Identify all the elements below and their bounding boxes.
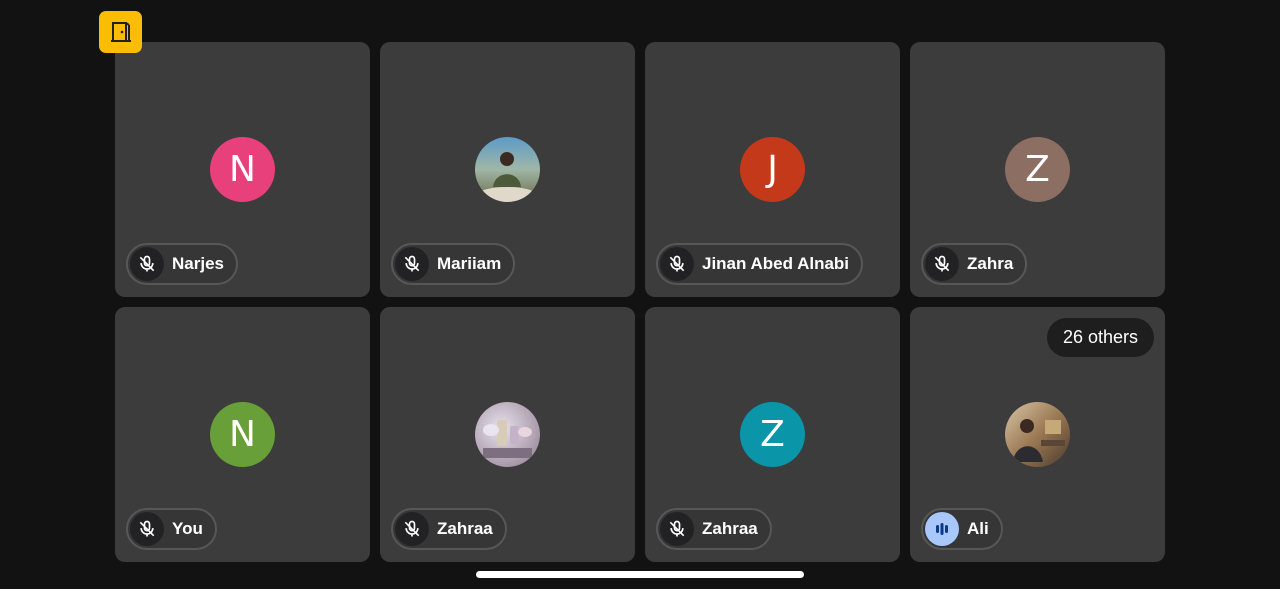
name-chip: You <box>126 508 217 550</box>
avatar: Z <box>1005 137 1070 202</box>
participant-tile[interactable]: Z Zahra <box>910 42 1165 297</box>
avatar: Z <box>740 402 805 467</box>
mic-off-icon <box>660 247 694 281</box>
mic-off-icon <box>130 512 164 546</box>
name-chip: Narjes <box>126 243 238 285</box>
participant-tile[interactable]: N You <box>115 307 370 562</box>
participant-tile[interactable]: Z Zahraa <box>645 307 900 562</box>
profile-photo <box>483 420 532 458</box>
mic-off-icon <box>395 512 429 546</box>
participant-name: You <box>172 519 203 538</box>
name-chip: Mariiam <box>391 243 516 285</box>
participant-name: Narjes <box>172 254 224 273</box>
participant-tile[interactable]: J Jinan Abed Alnabi <box>645 42 900 297</box>
exit-badge[interactable] <box>99 11 142 53</box>
avatar-initial: J <box>767 149 778 190</box>
mic-off-icon <box>925 247 959 281</box>
speaking-indicator-icon <box>925 512 959 546</box>
participant-name: Jinan Abed Alnabi <box>702 254 850 273</box>
avatar-initial: N <box>229 149 256 190</box>
participant-name: Zahra <box>967 254 1014 273</box>
name-chip: Jinan Abed Alnabi <box>656 243 864 285</box>
participant-tile[interactable]: N Narjes <box>115 42 370 297</box>
participant-name: Ali <box>967 519 989 538</box>
door-icon <box>110 22 131 42</box>
avatar-initial: Z <box>760 414 785 455</box>
participant-grid: N Narjes Mariiam J Jinan Abed Alnabi Z Z… <box>115 42 1165 562</box>
mic-off-icon <box>130 247 164 281</box>
avatar: N <box>210 137 275 202</box>
mic-off-icon <box>660 512 694 546</box>
participant-tile[interactable]: Mariiam <box>380 42 635 297</box>
participant-name: Zahraa <box>702 519 758 538</box>
avatar <box>475 402 540 467</box>
profile-photo <box>1013 419 1065 462</box>
avatar <box>475 137 540 202</box>
mic-off-icon <box>395 247 429 281</box>
participant-name: Mariiam <box>437 254 502 273</box>
avatar-initial: Z <box>1025 149 1050 190</box>
avatar: J <box>740 137 805 202</box>
participant-tile[interactable]: 26 others Ali <box>910 307 1165 562</box>
others-count-badge[interactable]: 26 others <box>1046 318 1154 357</box>
meet-call-screen: N Narjes Mariiam J Jinan Abed Alnabi Z Z… <box>0 0 1280 589</box>
profile-photo <box>477 152 537 202</box>
name-chip: Zahraa <box>391 508 507 550</box>
name-chip: Zahraa <box>656 508 772 550</box>
avatar <box>1005 402 1070 467</box>
participant-name: Zahraa <box>437 519 493 538</box>
avatar: N <box>210 402 275 467</box>
avatar-initial: N <box>229 414 256 455</box>
home-indicator[interactable] <box>476 571 804 578</box>
name-chip: Ali <box>921 508 1003 550</box>
name-chip: Zahra <box>921 243 1028 285</box>
participant-tile[interactable]: Zahraa <box>380 307 635 562</box>
